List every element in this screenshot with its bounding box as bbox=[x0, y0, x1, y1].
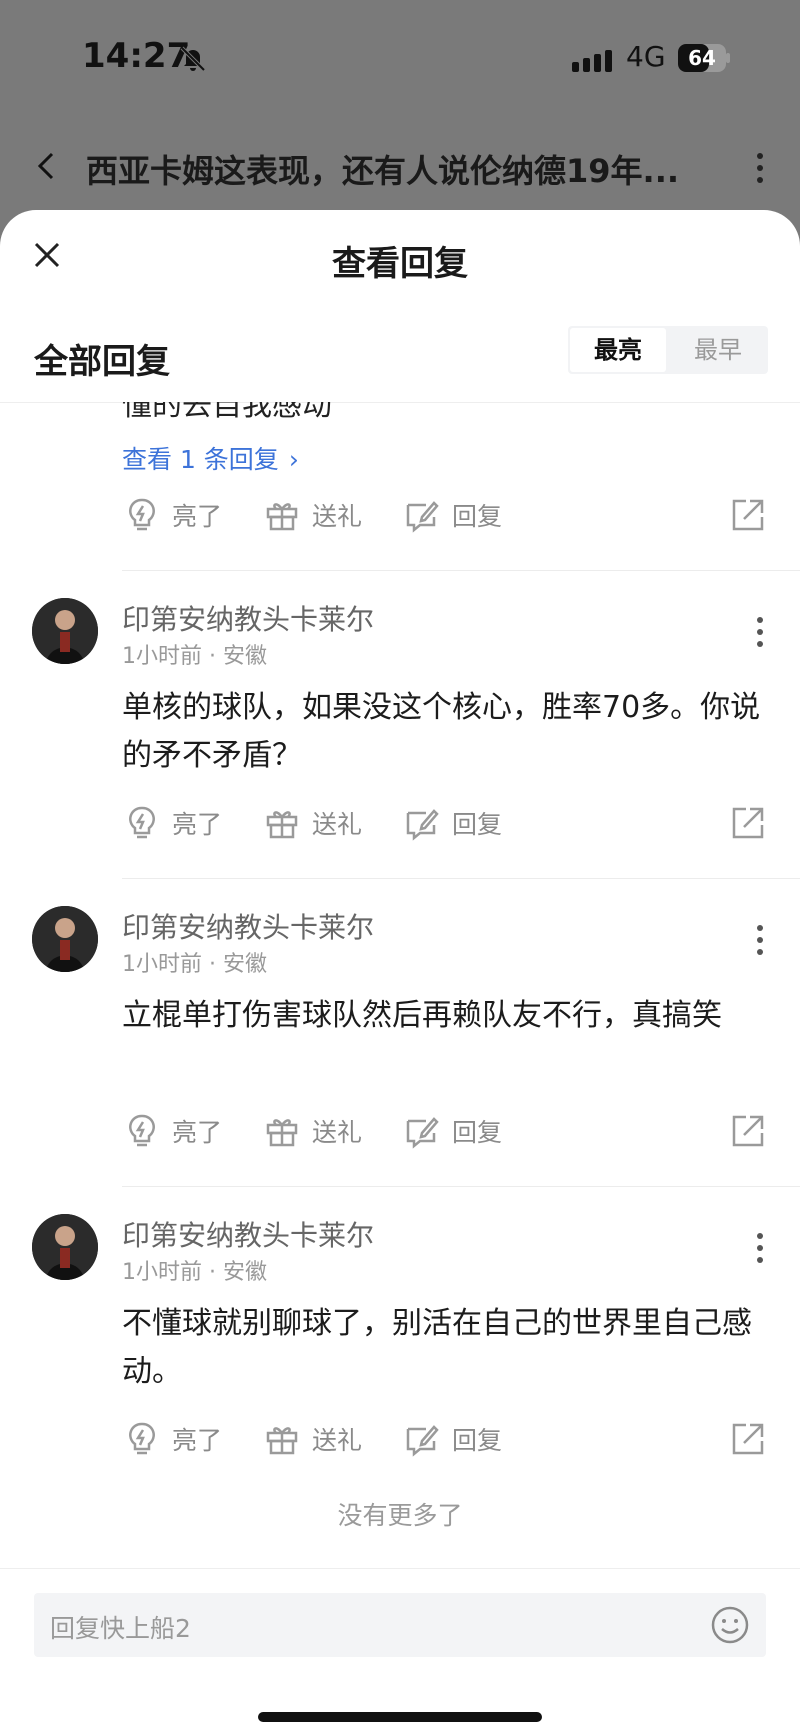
lightbulb-icon bbox=[129, 1422, 155, 1455]
share-icon bbox=[732, 1115, 764, 1147]
gift-button[interactable]: 送礼 bbox=[262, 1414, 362, 1464]
like-button[interactable]: 亮了 bbox=[122, 798, 222, 848]
gift-icon bbox=[266, 1119, 298, 1147]
avatar[interactable] bbox=[32, 906, 98, 972]
replies-header: 全部回复 最亮 最早 bbox=[0, 306, 800, 403]
gift-icon bbox=[266, 811, 298, 839]
more-vertical-icon[interactable] bbox=[752, 614, 768, 650]
avatar[interactable] bbox=[32, 1214, 98, 1280]
action-row: 亮了 送礼 回复 bbox=[122, 1414, 772, 1464]
like-button[interactable]: 亮了 bbox=[122, 490, 222, 540]
share-button[interactable] bbox=[728, 798, 768, 848]
reply-label: 回复 bbox=[452, 1426, 503, 1455]
like-button[interactable]: 亮了 bbox=[122, 1414, 222, 1464]
more-vertical-icon[interactable] bbox=[752, 1230, 768, 1266]
comment-text: 立棍单打伤害球队然后再赖队友不行，真搞笑 bbox=[122, 998, 722, 1033]
avatar[interactable] bbox=[32, 598, 98, 664]
home-indicator[interactable] bbox=[258, 1712, 542, 1722]
chevron-right-icon: › bbox=[288, 445, 299, 474]
post-title[interactable]: 西亚卡姆这表现，还有人说伦纳德19年... bbox=[86, 146, 706, 192]
divider bbox=[122, 570, 800, 571]
bell-muted-icon bbox=[180, 46, 206, 72]
username[interactable]: 印第安纳教头卡莱尔 bbox=[122, 598, 374, 638]
gift-label: 送礼 bbox=[312, 502, 363, 531]
reply-input-placeholder: 回复快上船2 bbox=[50, 1614, 191, 1643]
reply-sheet: 查看回复 全部回复 最亮 最早 懂的去自我感动 查看 1 条回复 › 亮了 送礼 … bbox=[0, 210, 800, 1734]
more-vertical-icon[interactable] bbox=[752, 922, 768, 958]
gift-label: 送礼 bbox=[312, 1118, 363, 1147]
status-time: 14:27 bbox=[82, 36, 191, 76]
replies-list: 懂的去自我感动 查看 1 条回复 › 亮了 送礼 回复 印第安纳教头卡莱尔 1小… bbox=[0, 402, 800, 1532]
share-icon bbox=[732, 499, 764, 531]
no-more-text: 没有更多了 bbox=[337, 1501, 463, 1530]
battery-icon: 64 bbox=[678, 44, 730, 72]
like-button[interactable]: 亮了 bbox=[122, 1106, 222, 1156]
divider bbox=[122, 1186, 800, 1187]
lightbulb-icon bbox=[129, 498, 155, 531]
lightbulb-icon bbox=[129, 806, 155, 839]
sort-brightest-button[interactable]: 最亮 bbox=[570, 328, 666, 372]
username[interactable]: 印第安纳教头卡莱尔 bbox=[122, 906, 374, 946]
lightbulb-icon bbox=[129, 1114, 155, 1147]
action-row: 亮了 送礼 回复 bbox=[122, 490, 772, 540]
reply-input[interactable]: 回复快上船2 bbox=[34, 1593, 766, 1657]
like-label: 亮了 bbox=[172, 1118, 223, 1147]
all-replies-label: 全部回复 bbox=[34, 342, 170, 382]
reply-button[interactable]: 回复 bbox=[402, 798, 502, 848]
comment-text: 单核的球队，如果没这个核心，胜率70多。你说的矛不矛盾？ bbox=[122, 690, 761, 773]
view-replies-link[interactable]: 查看 1 条回复 › bbox=[122, 440, 299, 476]
gift-button[interactable]: 送礼 bbox=[262, 798, 362, 848]
reply-label: 回复 bbox=[452, 502, 503, 531]
network-type: 4G bbox=[626, 40, 666, 73]
divider bbox=[122, 878, 800, 879]
comment-text: 不懂球就别聊球了，别活在自己的世界里自己感动。 bbox=[122, 1306, 752, 1389]
gift-icon bbox=[266, 503, 298, 531]
reply-label: 回复 bbox=[452, 1118, 503, 1147]
top-nav: 西亚卡姆这表现，还有人说伦纳德19年... bbox=[0, 128, 800, 208]
comment-meta: 1小时前 · 安徽 bbox=[122, 952, 267, 977]
reply-label: 回复 bbox=[452, 810, 503, 839]
share-icon bbox=[732, 807, 764, 839]
signal-icon bbox=[572, 50, 612, 72]
reply-icon bbox=[406, 501, 439, 533]
reply-icon bbox=[406, 1425, 439, 1457]
more-icon[interactable] bbox=[752, 148, 768, 188]
sheet-header: 查看回复 bbox=[0, 210, 800, 306]
reply-button[interactable]: 回复 bbox=[402, 490, 502, 540]
gift-button[interactable]: 送礼 bbox=[262, 1106, 362, 1156]
sheet-title: 查看回复 bbox=[332, 244, 468, 284]
comment-meta: 1小时前 · 安徽 bbox=[122, 644, 267, 669]
reply-button[interactable]: 回复 bbox=[402, 1106, 502, 1156]
gift-label: 送礼 bbox=[312, 1426, 363, 1455]
share-icon bbox=[732, 1423, 764, 1455]
previous-comment-tail: 懂的去自我感动 bbox=[122, 402, 332, 423]
back-icon[interactable] bbox=[28, 146, 68, 186]
gift-label: 送礼 bbox=[312, 810, 363, 839]
sort-switch: 最亮 最早 bbox=[568, 326, 768, 374]
action-row: 亮了 送礼 回复 bbox=[122, 1106, 772, 1156]
action-row: 亮了 送礼 回复 bbox=[122, 798, 772, 848]
battery-level: 64 bbox=[688, 46, 716, 70]
reply-input-bar: 回复快上船2 bbox=[0, 1568, 800, 1734]
reply-icon bbox=[406, 809, 439, 841]
view-replies-label: 查看 1 条回复 bbox=[122, 445, 279, 474]
reply-button[interactable]: 回复 bbox=[402, 1414, 502, 1464]
like-label: 亮了 bbox=[172, 1426, 223, 1455]
share-button[interactable] bbox=[728, 490, 768, 540]
emoji-icon[interactable] bbox=[710, 1605, 750, 1645]
username[interactable]: 印第安纳教头卡莱尔 bbox=[122, 1214, 374, 1254]
like-label: 亮了 bbox=[172, 810, 223, 839]
gift-icon bbox=[266, 1427, 298, 1455]
reply-icon bbox=[406, 1117, 439, 1149]
gift-button[interactable]: 送礼 bbox=[262, 490, 362, 540]
share-button[interactable] bbox=[728, 1106, 768, 1156]
share-button[interactable] bbox=[728, 1414, 768, 1464]
like-label: 亮了 bbox=[172, 502, 223, 531]
status-bar: 14:27 4G 64 bbox=[0, 0, 800, 120]
sort-earliest-button[interactable]: 最早 bbox=[668, 326, 768, 374]
comment-meta: 1小时前 · 安徽 bbox=[122, 1260, 267, 1285]
